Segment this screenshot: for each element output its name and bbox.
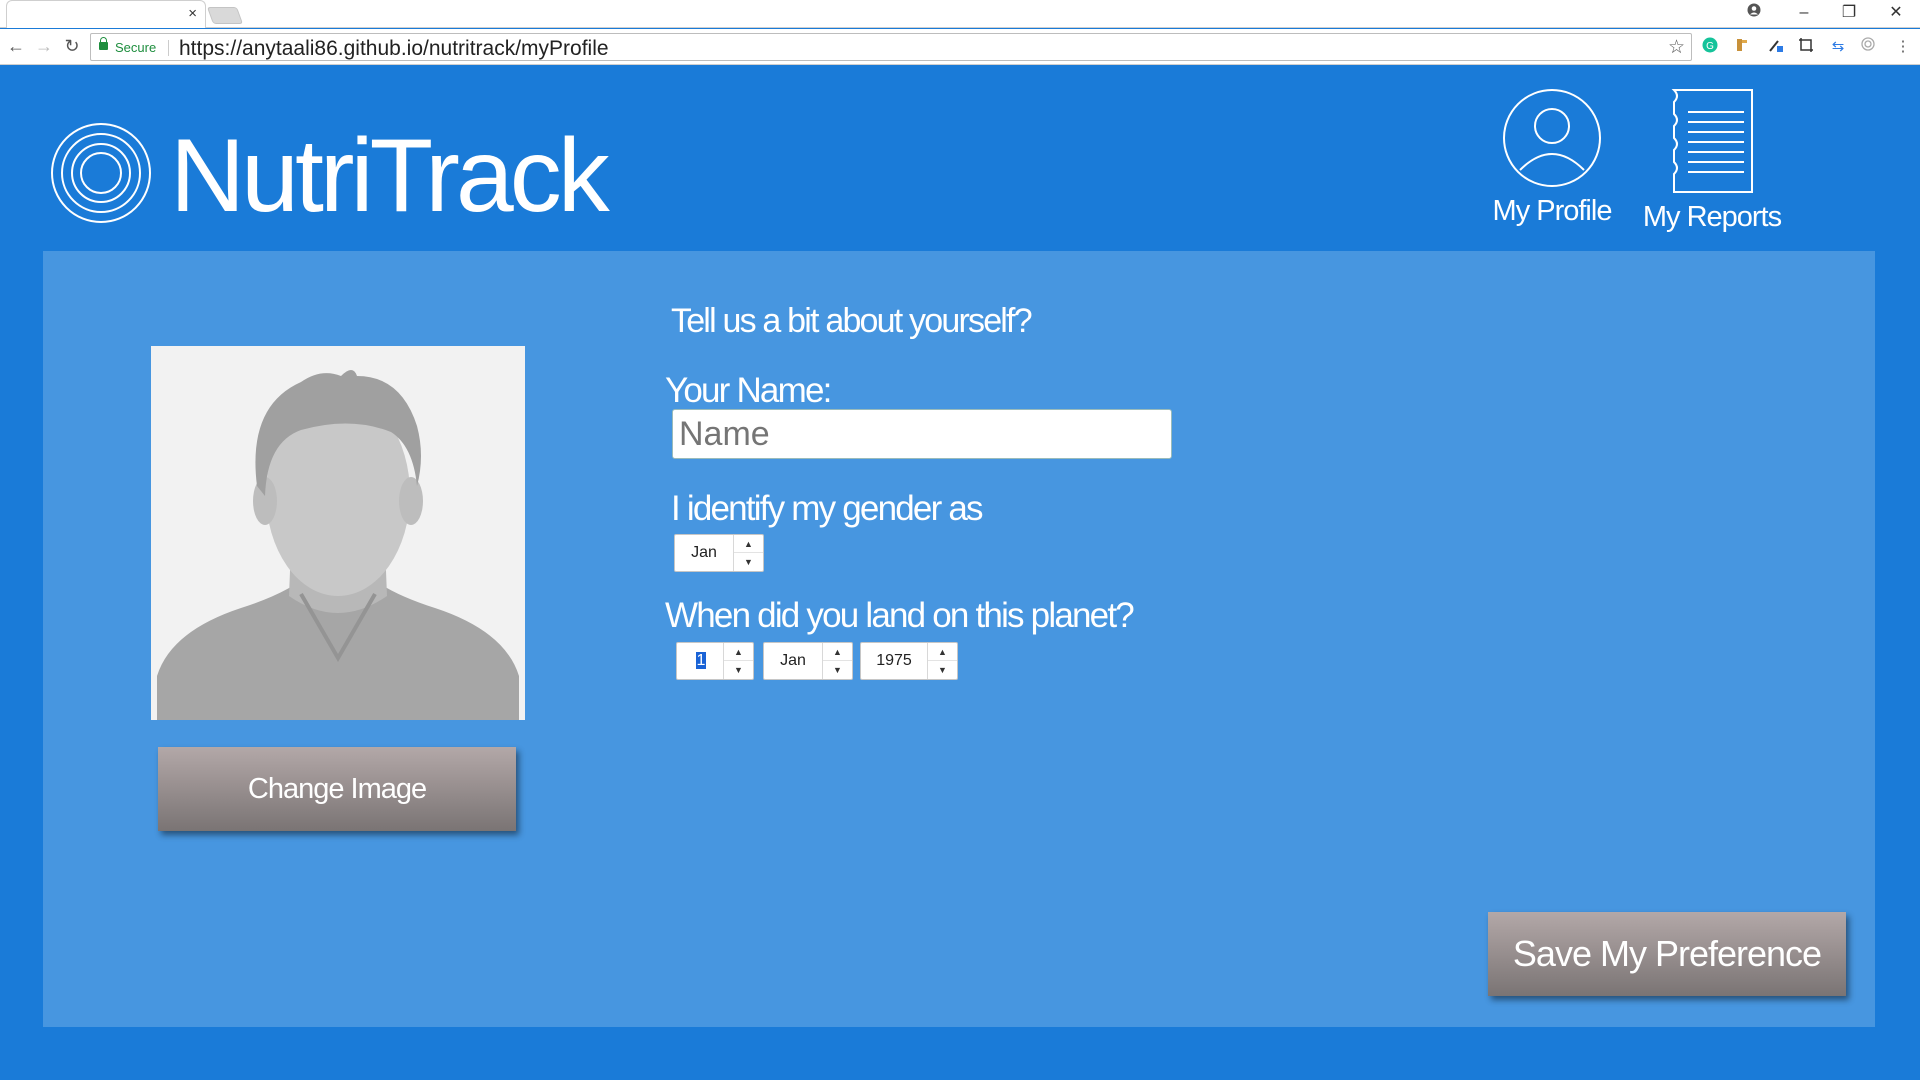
minimize-icon[interactable]: – (1792, 2, 1816, 24)
grammarly-extension-icon[interactable]: G (1700, 37, 1720, 57)
birth-year-up-icon[interactable]: ▲ (928, 643, 957, 661)
birth-day-stepper[interactable]: 1 ▲ ▼ (676, 642, 754, 680)
browser-tabstrip: × – ❐ ✕ (0, 0, 1920, 28)
avatar-placeholder-icon (157, 370, 519, 720)
star-icon[interactable]: ☆ (1668, 36, 1685, 59)
screenshot-extension-icon[interactable] (1796, 37, 1816, 57)
account-icon[interactable] (1742, 2, 1766, 24)
birth-month-up-icon[interactable]: ▲ (823, 643, 852, 661)
birth-month-value: Jan (780, 652, 806, 669)
reload-icon[interactable]: ↻ (60, 34, 84, 58)
disabled-extension-icon[interactable] (1858, 37, 1878, 57)
lock-icon (99, 37, 108, 50)
nav-my-reports-label: My Reports (1642, 201, 1782, 233)
birthdate-label: When did you land on this planet? (665, 596, 1135, 635)
birth-day-value: 1 (695, 652, 707, 669)
profile-panel: Change Image Tell us a bit about yoursel… (43, 251, 1875, 1027)
eyedropper-extension-icon[interactable] (1766, 37, 1786, 57)
nav-my-profile-label: My Profile (1492, 195, 1613, 227)
avatar (151, 346, 525, 720)
name-input[interactable] (672, 409, 1172, 459)
birth-day-up-icon[interactable]: ▲ (724, 643, 753, 661)
forward-icon[interactable]: → (32, 34, 56, 58)
change-image-button[interactable]: Change Image (158, 747, 516, 831)
birth-year-stepper[interactable]: 1975 ▲ ▼ (860, 642, 958, 680)
browser-toolbar: ← → ↻ Secure https://anytaali86.github.i… (0, 29, 1920, 65)
birth-year-arrows[interactable]: ▲ ▼ (927, 643, 957, 679)
birth-month-stepper[interactable]: Jan ▲ ▼ (763, 642, 853, 680)
address-separator (168, 40, 169, 56)
birth-day-arrows[interactable]: ▲ ▼ (723, 643, 753, 679)
url-text[interactable]: https://anytaali86.github.io/nutritrack/… (179, 37, 609, 61)
birth-year-value: 1975 (876, 652, 912, 669)
back-icon[interactable]: ← (4, 34, 28, 58)
gender-label: I identify my gender as (671, 489, 984, 528)
gender-up-icon[interactable]: ▲ (734, 535, 763, 553)
gender-value: Jan (691, 544, 717, 561)
browser-tab[interactable]: × (6, 0, 206, 28)
menu-icon[interactable]: ⋮ (1893, 37, 1913, 57)
tab-close-icon[interactable]: × (188, 5, 197, 23)
birth-year-down-icon[interactable]: ▼ (928, 661, 957, 679)
birth-day-down-icon[interactable]: ▼ (724, 661, 753, 679)
gender-stepper[interactable]: Jan ▲ ▼ (674, 534, 764, 572)
new-tab-button[interactable] (206, 7, 244, 24)
name-label: Your Name: (665, 371, 832, 410)
key-extension-icon[interactable] (1732, 37, 1752, 57)
address-bar[interactable]: Secure https://anytaali86.github.io/nutr… (90, 33, 1692, 61)
secure-label: Secure (115, 40, 157, 55)
gender-stepper-arrows[interactable]: ▲ ▼ (733, 535, 763, 571)
nav-my-reports[interactable]: My Reports (1638, 88, 1786, 234)
swap-extension-icon[interactable]: ⇆ (1828, 37, 1848, 57)
intro-heading: Tell us a bit about yourself? (671, 302, 1033, 340)
nutritrack-logo-icon (51, 123, 151, 223)
close-icon[interactable]: ✕ (1884, 2, 1908, 24)
svg-text:G: G (1706, 41, 1714, 52)
birth-month-arrows[interactable]: ▲ ▼ (822, 643, 852, 679)
restore-icon[interactable]: ❐ (1837, 2, 1861, 24)
gender-down-icon[interactable]: ▼ (734, 553, 763, 571)
profile-icon (1503, 89, 1601, 187)
nav-my-profile[interactable]: My Profile (1488, 88, 1616, 228)
birth-month-down-icon[interactable]: ▼ (823, 661, 852, 679)
save-preference-button[interactable]: Save My Preference (1488, 912, 1846, 996)
brand-title: NutriTrack (170, 118, 610, 234)
reports-icon (1671, 89, 1753, 193)
